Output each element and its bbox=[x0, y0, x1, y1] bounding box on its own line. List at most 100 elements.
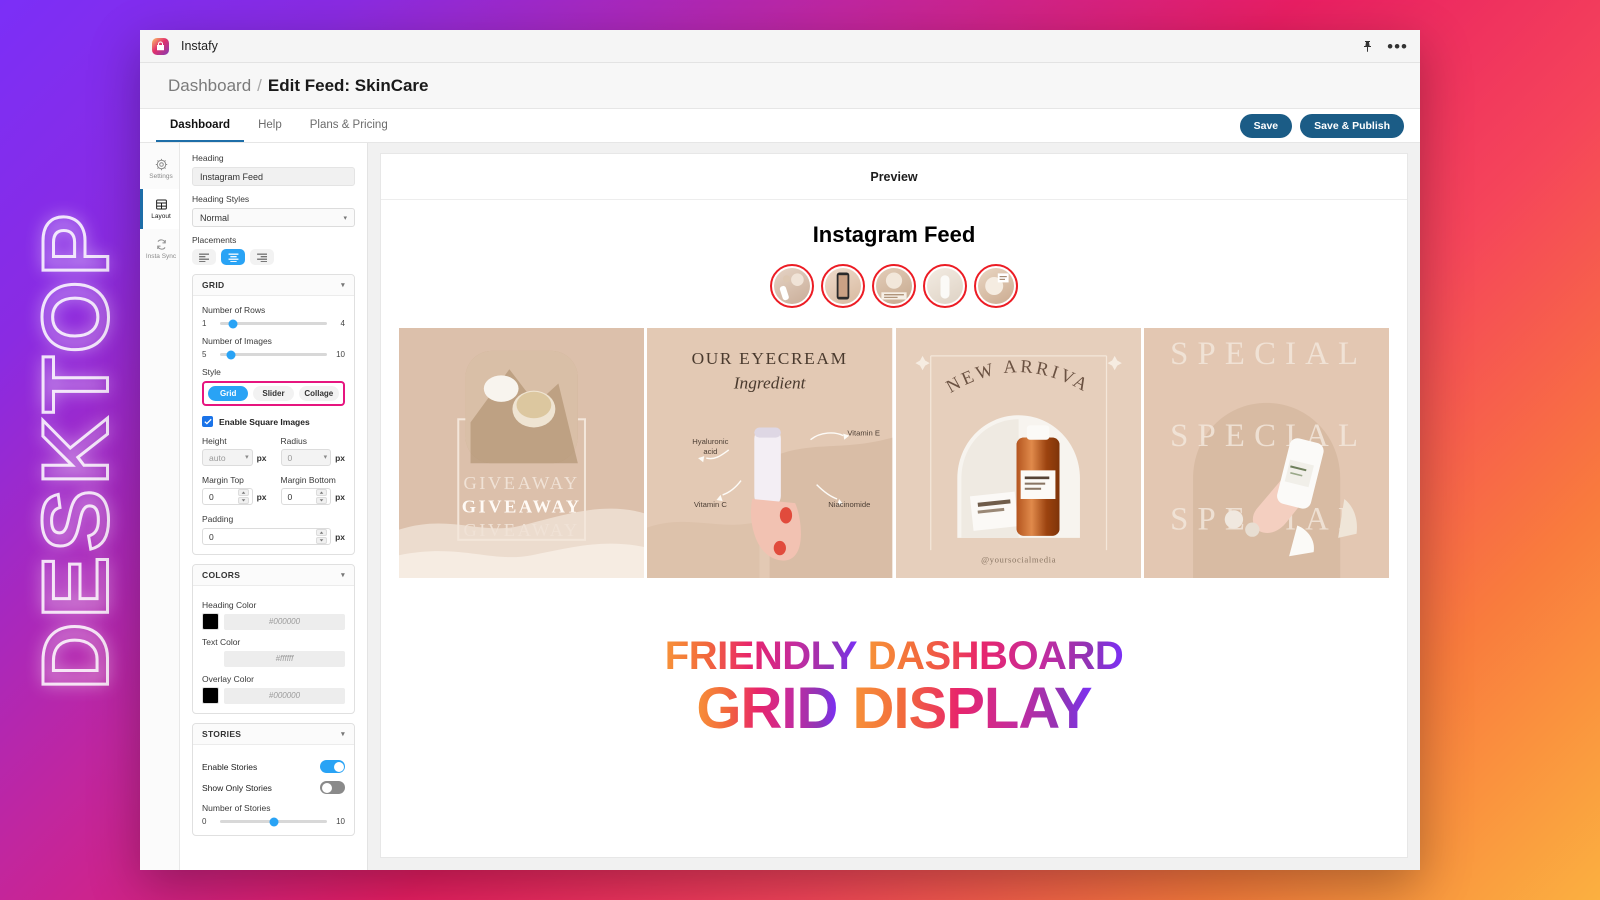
images-knob[interactable] bbox=[226, 350, 236, 359]
style-label: Style bbox=[202, 367, 221, 377]
stories-min-value: 0 bbox=[202, 817, 207, 826]
breadcrumb: Dashboard / Edit Feed: SkinCare bbox=[140, 63, 1420, 109]
padding-decrement-icon[interactable] bbox=[316, 537, 328, 544]
height-unit: px bbox=[256, 452, 267, 463]
style-option-slider[interactable]: Slider bbox=[253, 386, 294, 401]
style-toggle-group: Grid Slider Collage bbox=[202, 381, 345, 406]
number-of-rows-label: Number of Rows bbox=[202, 305, 266, 315]
text-color-row: #ffffff bbox=[202, 650, 345, 667]
padding-increment-icon[interactable] bbox=[316, 529, 328, 536]
pin-icon[interactable] bbox=[1362, 40, 1373, 53]
number-of-images-label: Number of Images bbox=[202, 336, 272, 346]
number-of-images-slider[interactable]: 5 10 bbox=[202, 350, 345, 359]
story-thumbnail bbox=[774, 268, 810, 304]
padding-input[interactable]: 0 bbox=[202, 528, 332, 545]
overlay-color-label: Overlay Color bbox=[202, 674, 254, 684]
save-button[interactable]: Save bbox=[1239, 113, 1293, 138]
instafy-logo-icon bbox=[152, 37, 169, 55]
story-item[interactable] bbox=[821, 264, 865, 308]
margin-top-decrement-icon[interactable] bbox=[237, 497, 249, 504]
margin-top-input[interactable]: 0 bbox=[202, 488, 253, 505]
heading-color-swatch[interactable] bbox=[202, 613, 219, 630]
post-new-arrival[interactable]: NEW ARRIVAL bbox=[895, 328, 1141, 578]
radius-stepper-icon[interactable]: ▾ bbox=[324, 454, 328, 461]
heading-color-hex[interactable]: #000000 bbox=[224, 613, 345, 630]
height-label: Height bbox=[202, 436, 227, 446]
breadcrumb-current: Edit Feed: SkinCare bbox=[267, 75, 429, 95]
height-stepper-icon[interactable]: ▾ bbox=[245, 454, 249, 461]
margin-bottom-decrement-icon[interactable] bbox=[316, 497, 328, 504]
overlay-color-hex[interactable]: #000000 bbox=[224, 687, 345, 704]
stories-track[interactable] bbox=[220, 817, 327, 826]
number-of-stories-slider[interactable]: 0 10 bbox=[202, 817, 345, 826]
enable-square-images-checkbox[interactable] bbox=[202, 416, 213, 427]
svg-text:SPECIAL: SPECIAL bbox=[1170, 336, 1367, 372]
stories-knob[interactable] bbox=[269, 817, 278, 826]
heading-styles-select[interactable]: Normal ▾ bbox=[192, 208, 355, 227]
breadcrumb-root[interactable]: Dashboard bbox=[168, 76, 251, 96]
rail-item-settings-label: Settings bbox=[149, 172, 173, 180]
grid-section-title: GRID bbox=[202, 280, 225, 290]
margin-top-label: Margin Top bbox=[202, 475, 244, 485]
story-item[interactable] bbox=[974, 264, 1018, 308]
gear-icon bbox=[155, 158, 168, 171]
stories-section-body: Enable Stories Show Only Stories Number … bbox=[193, 745, 354, 835]
height-input[interactable]: auto ▾ bbox=[202, 449, 253, 466]
enable-stories-toggle[interactable] bbox=[320, 760, 345, 773]
margin-top-stepper[interactable] bbox=[237, 489, 249, 504]
placements-label: Placements bbox=[192, 235, 237, 245]
number-of-rows-slider[interactable]: 1 4 bbox=[202, 319, 345, 328]
stories-section-header[interactable]: STORIES ▾ bbox=[193, 724, 354, 745]
breadcrumb-separator: / bbox=[257, 75, 262, 95]
style-option-grid[interactable]: Grid bbox=[208, 386, 249, 401]
tab-plans-pricing[interactable]: Plans & Pricing bbox=[296, 109, 402, 142]
colors-section-header[interactable]: COLORS ▾ bbox=[193, 565, 354, 586]
tab-help[interactable]: Help bbox=[244, 109, 296, 142]
style-option-collage[interactable]: Collage bbox=[298, 386, 339, 401]
text-color-hex[interactable]: #ffffff bbox=[224, 650, 345, 667]
heading-input[interactable]: Instagram Feed bbox=[192, 167, 355, 186]
placements-group bbox=[192, 249, 355, 265]
margin-bottom-field: Margin Bottom 0 px bbox=[280, 475, 345, 505]
radius-input[interactable]: 0 ▾ bbox=[280, 449, 332, 466]
rows-knob[interactable] bbox=[228, 319, 238, 328]
align-left-icon[interactable] bbox=[192, 249, 216, 265]
post-giveaway[interactable]: GIVEAWAY GIVEAWAY GIVEAWAY bbox=[399, 328, 645, 578]
story-item[interactable] bbox=[923, 264, 967, 308]
story-item[interactable] bbox=[872, 264, 916, 308]
more-options-icon[interactable]: ••• bbox=[1387, 38, 1408, 55]
stories-max-value: 10 bbox=[336, 817, 345, 826]
svg-text:@yoursocialmedia: @yoursocialmedia bbox=[981, 554, 1056, 564]
post-special[interactable]: SPECIAL SPECIAL SPECIAL bbox=[1143, 328, 1389, 578]
enable-stories-label: Enable Stories bbox=[202, 761, 258, 772]
text-color-swatch[interactable] bbox=[202, 650, 219, 667]
enable-square-images-row[interactable]: Enable Square Images bbox=[202, 416, 345, 427]
margin-top-increment-icon[interactable] bbox=[237, 489, 249, 496]
margin-bottom-stepper[interactable] bbox=[316, 489, 328, 504]
align-right-icon[interactable] bbox=[250, 249, 274, 265]
padding-stepper[interactable] bbox=[316, 529, 328, 544]
rail-item-settings[interactable]: Settings bbox=[140, 149, 179, 189]
margin-bottom-increment-icon[interactable] bbox=[316, 489, 328, 496]
images-min-value: 5 bbox=[202, 350, 207, 359]
rail-item-insta-sync[interactable]: Insta Sync bbox=[140, 229, 179, 269]
margin-bottom-input[interactable]: 0 bbox=[280, 488, 332, 505]
headline-word-dashboard: DASHBOARD bbox=[867, 634, 1124, 678]
tab-dashboard[interactable]: Dashboard bbox=[156, 109, 245, 142]
align-center-icon[interactable] bbox=[221, 249, 245, 265]
text-color-label: Text Color bbox=[202, 637, 241, 647]
save-and-publish-button[interactable]: Save & Publish bbox=[1300, 113, 1404, 138]
preview-area: Preview Instagram Feed GIVEAWAY GIVEAWAY… bbox=[368, 143, 1420, 870]
post-eyecream[interactable]: OUR EYECREAM Ingredient Hyaluronic acid … bbox=[647, 328, 893, 578]
rail-item-layout[interactable]: Layout bbox=[140, 189, 179, 229]
tab-bar: Dashboard Help Plans & Pricing Save Save… bbox=[140, 109, 1420, 143]
story-item[interactable] bbox=[770, 264, 814, 308]
show-only-stories-toggle[interactable] bbox=[320, 781, 345, 794]
grid-section-header[interactable]: GRID ▾ bbox=[193, 275, 354, 296]
overlay-color-swatch[interactable] bbox=[202, 687, 219, 704]
heading-color-field: Heading Color #000000 bbox=[202, 600, 345, 630]
height-value: auto bbox=[209, 452, 226, 463]
images-track[interactable] bbox=[220, 350, 327, 359]
headline-word-grid: GRID bbox=[696, 676, 838, 741]
rows-track[interactable] bbox=[220, 319, 327, 328]
